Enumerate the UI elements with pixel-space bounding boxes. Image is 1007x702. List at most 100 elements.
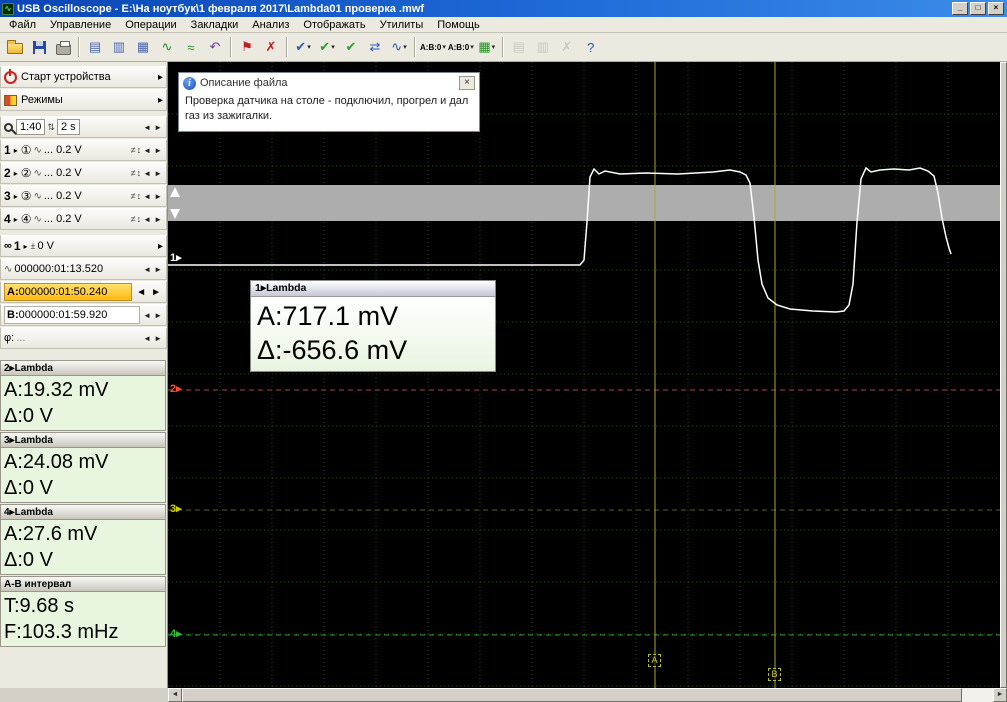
minimize-button[interactable]: _ bbox=[952, 2, 968, 15]
titlebar[interactable]: ∿ USB Oscilloscope - E:\На ноутбук\1 фев… bbox=[0, 0, 1007, 17]
channel-row-3[interactable]: 3▸③∿... 0.2 V≠↕◄► bbox=[0, 185, 167, 207]
start-device-button[interactable]: Старт устройства ▸ bbox=[0, 66, 167, 88]
channel-list-icon[interactable]: ▦▾ bbox=[476, 36, 498, 58]
timebase-value[interactable]: 2 s bbox=[57, 119, 80, 135]
verify-green-icon[interactable]: ✔▾ bbox=[316, 36, 338, 58]
channel-marker-3[interactable]: 3▸ bbox=[170, 502, 182, 515]
trigger-level-value[interactable]: 0 V bbox=[38, 240, 55, 252]
spin-left-icon[interactable]: ◄ bbox=[142, 123, 152, 132]
channel-option-icon[interactable]: ≠ bbox=[131, 214, 136, 224]
panel-header[interactable]: 2▸Lambda bbox=[1, 361, 165, 376]
slope-icon[interactable]: ± bbox=[31, 241, 36, 251]
channel-option-icon[interactable]: ↕ bbox=[137, 191, 142, 201]
close-button[interactable]: × bbox=[988, 2, 1004, 15]
compare-icon[interactable]: ⇄ bbox=[364, 36, 386, 58]
trigger-row[interactable]: ∞ 1 ▸ ± 0 V ▸ bbox=[0, 235, 167, 257]
cursor-ab2-icon[interactable]: A:B:0▾ bbox=[448, 36, 474, 58]
modes-button[interactable]: Режимы ▸ bbox=[0, 89, 167, 111]
scrollbar-thumb[interactable] bbox=[1000, 62, 1007, 688]
plot-area[interactable]: i Описание файла × Проверка датчика на с… bbox=[168, 62, 1000, 688]
scroll-right-icon[interactable]: ► bbox=[993, 688, 1007, 702]
channel-row-2[interactable]: 2▸②∿... 0.2 V≠↕◄► bbox=[0, 162, 167, 184]
panel-header[interactable]: 4▸Lambda bbox=[1, 505, 165, 520]
verify-all-icon[interactable]: ✔ bbox=[340, 36, 362, 58]
spin-right-icon[interactable]: ► bbox=[153, 123, 163, 132]
time-row[interactable]: ∿ 000000:01:13.520 ◄ ► bbox=[0, 258, 167, 280]
cursor-b-field[interactable]: B:000000:01:59.920 bbox=[4, 306, 140, 324]
spin-right-icon[interactable]: ► bbox=[153, 215, 163, 224]
wave-nav-icon[interactable]: ∿▾ bbox=[388, 36, 410, 58]
channel-option-icon[interactable]: ↕ bbox=[137, 168, 142, 178]
menu-item[interactable]: Анализ bbox=[245, 18, 296, 32]
probe-icon[interactable]: ③ bbox=[21, 189, 32, 203]
cursor-label-b[interactable]: B bbox=[768, 668, 781, 681]
spin-right-icon[interactable]: ► bbox=[153, 265, 163, 274]
zoom-row[interactable]: 1:40 ⇅ 2 s ◄ ► bbox=[0, 116, 167, 138]
dropdown-arrow-icon[interactable]: ▾ bbox=[331, 43, 335, 51]
spin-right-icon[interactable]: ► bbox=[153, 192, 163, 201]
scroll-left-icon[interactable]: ◄ bbox=[168, 688, 182, 702]
phase-row[interactable]: φ: ... ◄ ► bbox=[0, 327, 167, 349]
marker-flag-icon[interactable]: ⚑ bbox=[236, 36, 258, 58]
channel-option-icon[interactable]: ≠ bbox=[131, 145, 136, 155]
expand-arrow-icon[interactable]: ▸ bbox=[158, 241, 163, 252]
spin-right-icon[interactable]: ► bbox=[153, 169, 163, 178]
spin-left-icon[interactable]: ◄ bbox=[142, 192, 152, 201]
verify-blue-icon[interactable]: ✔▾ bbox=[292, 36, 314, 58]
channel-row-4[interactable]: 4▸④∿... 0.2 V≠↕◄► bbox=[0, 208, 167, 230]
cursor-a-field[interactable]: A:000000:01:50.240 bbox=[4, 283, 132, 301]
signal-icon[interactable]: ∿ bbox=[156, 36, 178, 58]
cursor-measure-box[interactable]: 1▸Lambda A:717.1 mVΔ:-656.6 mV bbox=[250, 280, 496, 372]
save-icon[interactable] bbox=[28, 36, 50, 58]
measure-box-header[interactable]: 1▸Lambda bbox=[251, 281, 495, 297]
menu-item[interactable]: Управление bbox=[43, 18, 118, 32]
menu-item[interactable]: Отображать bbox=[296, 18, 372, 32]
help-icon[interactable]: ? bbox=[580, 36, 602, 58]
vertical-scrollbar[interactable] bbox=[1000, 62, 1007, 688]
dropdown-arrow-icon[interactable]: ▾ bbox=[492, 43, 496, 51]
undo-icon[interactable]: ↶ bbox=[204, 36, 226, 58]
channel-option-icon[interactable]: ↕ bbox=[137, 214, 142, 224]
copy-data-icon[interactable]: ▥ bbox=[108, 36, 130, 58]
channel-marker-2[interactable]: 2▸ bbox=[170, 382, 182, 395]
spin-right-icon[interactable]: ► bbox=[153, 334, 163, 343]
coupling-icon[interactable]: ∿ bbox=[33, 214, 41, 225]
spin-left-icon[interactable]: ◄ bbox=[142, 311, 152, 320]
coupling-icon[interactable]: ∿ bbox=[33, 168, 41, 179]
channel-marker-1[interactable]: 1▸ bbox=[170, 251, 182, 264]
maximize-button[interactable]: □ bbox=[970, 2, 986, 15]
probe-icon[interactable]: ② bbox=[21, 166, 32, 180]
file-description-box[interactable]: i Описание файла × Проверка датчика на с… bbox=[178, 72, 480, 132]
probe-icon[interactable]: ① bbox=[21, 143, 32, 157]
cursor-a-row[interactable]: A:000000:01:50.240 ◄ ► bbox=[0, 281, 167, 303]
spin-left-icon[interactable]: ◄ bbox=[134, 287, 148, 298]
horizontal-scrollbar[interactable]: ◄ ► bbox=[168, 688, 1007, 702]
dropdown-arrow-icon[interactable]: ▾ bbox=[403, 43, 407, 51]
scrollbar-track[interactable] bbox=[962, 688, 993, 702]
channel-option-icon[interactable]: ↕ bbox=[137, 145, 142, 155]
zoom-scale-value[interactable]: 1:40 bbox=[16, 119, 45, 135]
spin-right-icon[interactable]: ► bbox=[153, 311, 163, 320]
panel-header[interactable]: 3▸Lambda bbox=[1, 433, 165, 448]
copy-image-icon[interactable]: ▤ bbox=[84, 36, 106, 58]
spin-left-icon[interactable]: ◄ bbox=[142, 169, 152, 178]
menu-item[interactable]: Утилиты bbox=[373, 18, 431, 32]
spin-left-icon[interactable]: ◄ bbox=[142, 265, 152, 274]
panel-header[interactable]: A-B интервал bbox=[1, 577, 165, 592]
close-icon[interactable]: × bbox=[459, 76, 475, 90]
spin-right-icon[interactable]: ► bbox=[149, 287, 163, 298]
cursor-label-a[interactable]: A bbox=[648, 654, 661, 667]
clear-marker-icon[interactable]: ✗ bbox=[260, 36, 282, 58]
cursor-b-row[interactable]: B:000000:01:59.920 ◄ ► bbox=[0, 304, 167, 326]
probe-icon[interactable]: ④ bbox=[21, 212, 32, 226]
print-icon[interactable] bbox=[52, 36, 74, 58]
dropdown-arrow-icon[interactable]: ▾ bbox=[442, 43, 446, 51]
spin-left-icon[interactable]: ◄ bbox=[142, 146, 152, 155]
open-icon[interactable] bbox=[4, 36, 26, 58]
spin-left-icon[interactable]: ◄ bbox=[142, 334, 152, 343]
channel-option-icon[interactable]: ≠ bbox=[131, 191, 136, 201]
spin-left-icon[interactable]: ◄ bbox=[142, 215, 152, 224]
spin-right-icon[interactable]: ► bbox=[153, 146, 163, 155]
export-icon[interactable]: ▦ bbox=[132, 36, 154, 58]
expand-arrow-icon[interactable]: ▸ bbox=[158, 72, 163, 83]
